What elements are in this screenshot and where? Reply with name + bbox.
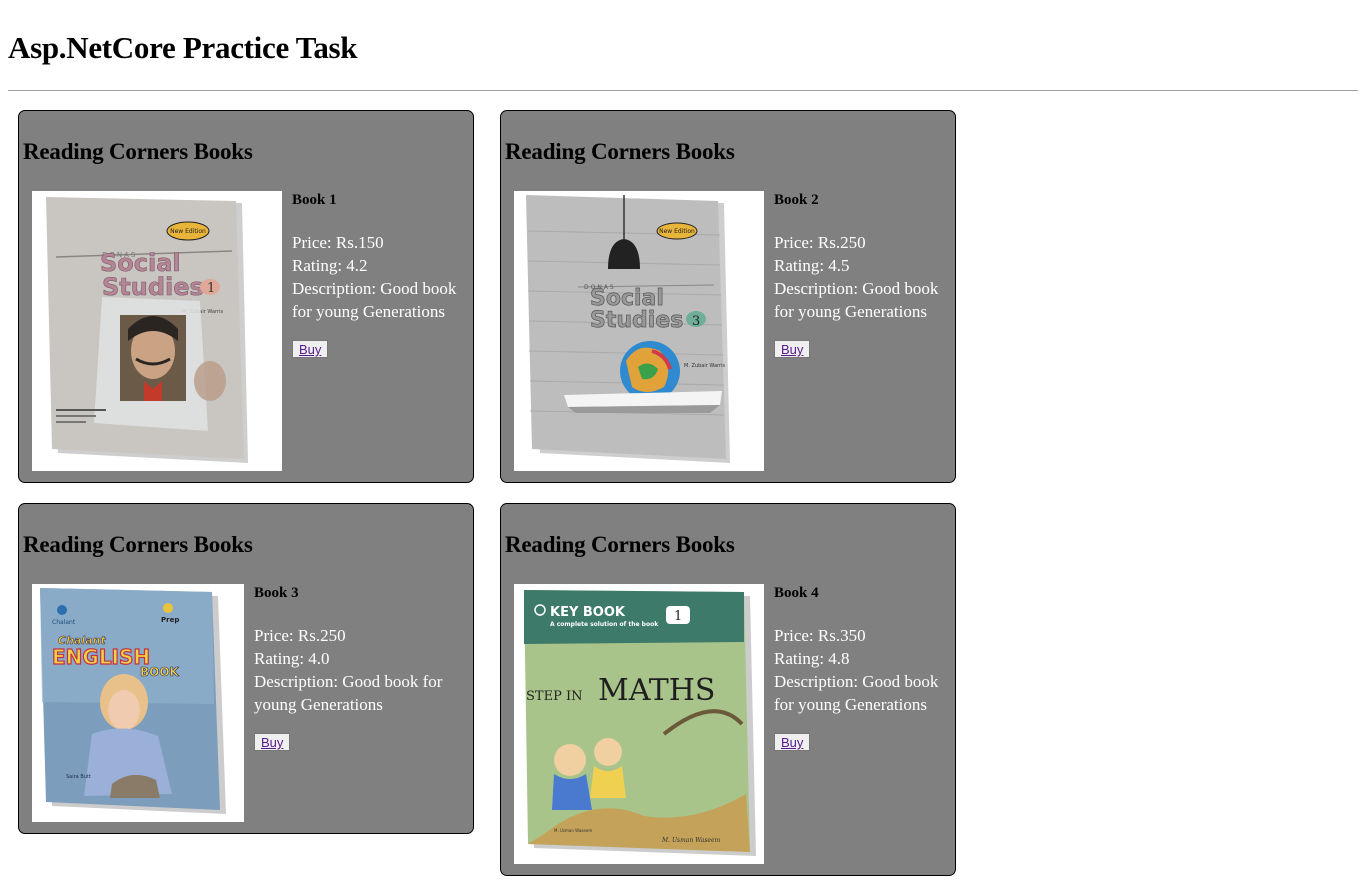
book-description: Description: Good book for young Generat… xyxy=(254,672,443,714)
book-price: Price: Rs.350 xyxy=(774,626,866,645)
svg-text:M. Usman Waseem: M. Usman Waseem xyxy=(554,828,592,833)
svg-text:M. Usman Waseem: M. Usman Waseem xyxy=(661,837,721,844)
svg-text:Prep: Prep xyxy=(161,616,179,624)
book-card: Reading Corners Books KEY BOOK A complet… xyxy=(500,503,956,876)
book-cover-image: Chalant Prep Chalant ENGLISH BOOK Saira … xyxy=(32,584,244,822)
page-title: Asp.NetCore Practice Task xyxy=(8,30,358,65)
book-cover-image: DONAS New Edition Social Studies 1 M. Zu… xyxy=(32,191,282,471)
book-description: Description: Good book for young Generat… xyxy=(292,279,457,321)
svg-text:New Edition: New Edition xyxy=(659,228,695,235)
svg-text:MATHS: MATHS xyxy=(598,673,715,708)
card-heading: Reading Corners Books xyxy=(23,139,253,164)
book-price: Price: Rs.250 xyxy=(254,626,346,645)
book-card: Reading Corners Books DONAS New Edition … xyxy=(18,110,474,483)
book-cover-image: KEY BOOK A complete solution of the book… xyxy=(514,584,764,864)
svg-text:Studies: Studies xyxy=(590,308,683,333)
book-name: Book 1 xyxy=(292,192,337,208)
svg-text:Chalant: Chalant xyxy=(52,619,76,626)
book-rating: Rating: 4.5 xyxy=(774,256,850,275)
book-rating: Rating: 4.8 xyxy=(774,649,850,668)
book-card: Reading Corners Books Chalant Prep Chala… xyxy=(18,503,474,834)
buy-button[interactable]: Buy xyxy=(254,733,291,751)
card-heading: Reading Corners Books xyxy=(23,532,253,557)
book-description: Description: Good book for young Generat… xyxy=(774,279,939,321)
book-name: Book 2 xyxy=(774,192,819,208)
book-card: Reading Corners Books New Edition DONAS … xyxy=(500,110,956,483)
buy-button[interactable]: Buy xyxy=(774,733,811,751)
svg-text:1: 1 xyxy=(674,609,682,624)
svg-text:Studies: Studies xyxy=(102,273,204,301)
book-rating: Rating: 4.2 xyxy=(292,256,368,275)
buy-button[interactable]: Buy xyxy=(774,340,811,358)
svg-text:KEY BOOK: KEY BOOK xyxy=(550,605,626,620)
svg-text:New Edition: New Edition xyxy=(170,228,206,235)
book-info: Book 4 Price: Rs.350 Rating: 4.8 Descrip… xyxy=(774,582,952,753)
svg-text:M. Zubair Warris: M. Zubair Warris xyxy=(684,363,725,369)
book-rating: Rating: 4.0 xyxy=(254,649,330,668)
svg-text:STEP IN: STEP IN xyxy=(526,689,582,704)
book-info: Book 2 Price: Rs.250 Rating: 4.5 Descrip… xyxy=(774,189,952,360)
buy-button[interactable]: Buy xyxy=(292,340,329,358)
book-price: Price: Rs.150 xyxy=(292,233,384,252)
svg-text:A complete solution of the boo: A complete solution of the book xyxy=(550,621,659,628)
svg-text:1: 1 xyxy=(207,281,215,296)
svg-text:Saira Butt: Saira Butt xyxy=(66,774,91,780)
card-heading: Reading Corners Books xyxy=(505,139,735,164)
book-price: Price: Rs.250 xyxy=(774,233,866,252)
card-heading: Reading Corners Books xyxy=(505,532,735,557)
svg-text:3: 3 xyxy=(692,314,700,329)
book-info: Book 3 Price: Rs.250 Rating: 4.0 Descrip… xyxy=(254,582,470,753)
svg-text:BOOK: BOOK xyxy=(140,665,180,679)
book-cover-image: New Edition DONAS Social Studies 3 M. Zu… xyxy=(514,191,764,471)
header-divider xyxy=(8,90,1358,91)
book-description: Description: Good book for young Generat… xyxy=(774,672,939,714)
book-info: Book 1 Price: Rs.150 Rating: 4.2 Descrip… xyxy=(292,189,470,360)
book-name: Book 4 xyxy=(774,585,819,601)
svg-text:ENGLISH: ENGLISH xyxy=(52,645,150,669)
book-name: Book 3 xyxy=(254,585,299,601)
